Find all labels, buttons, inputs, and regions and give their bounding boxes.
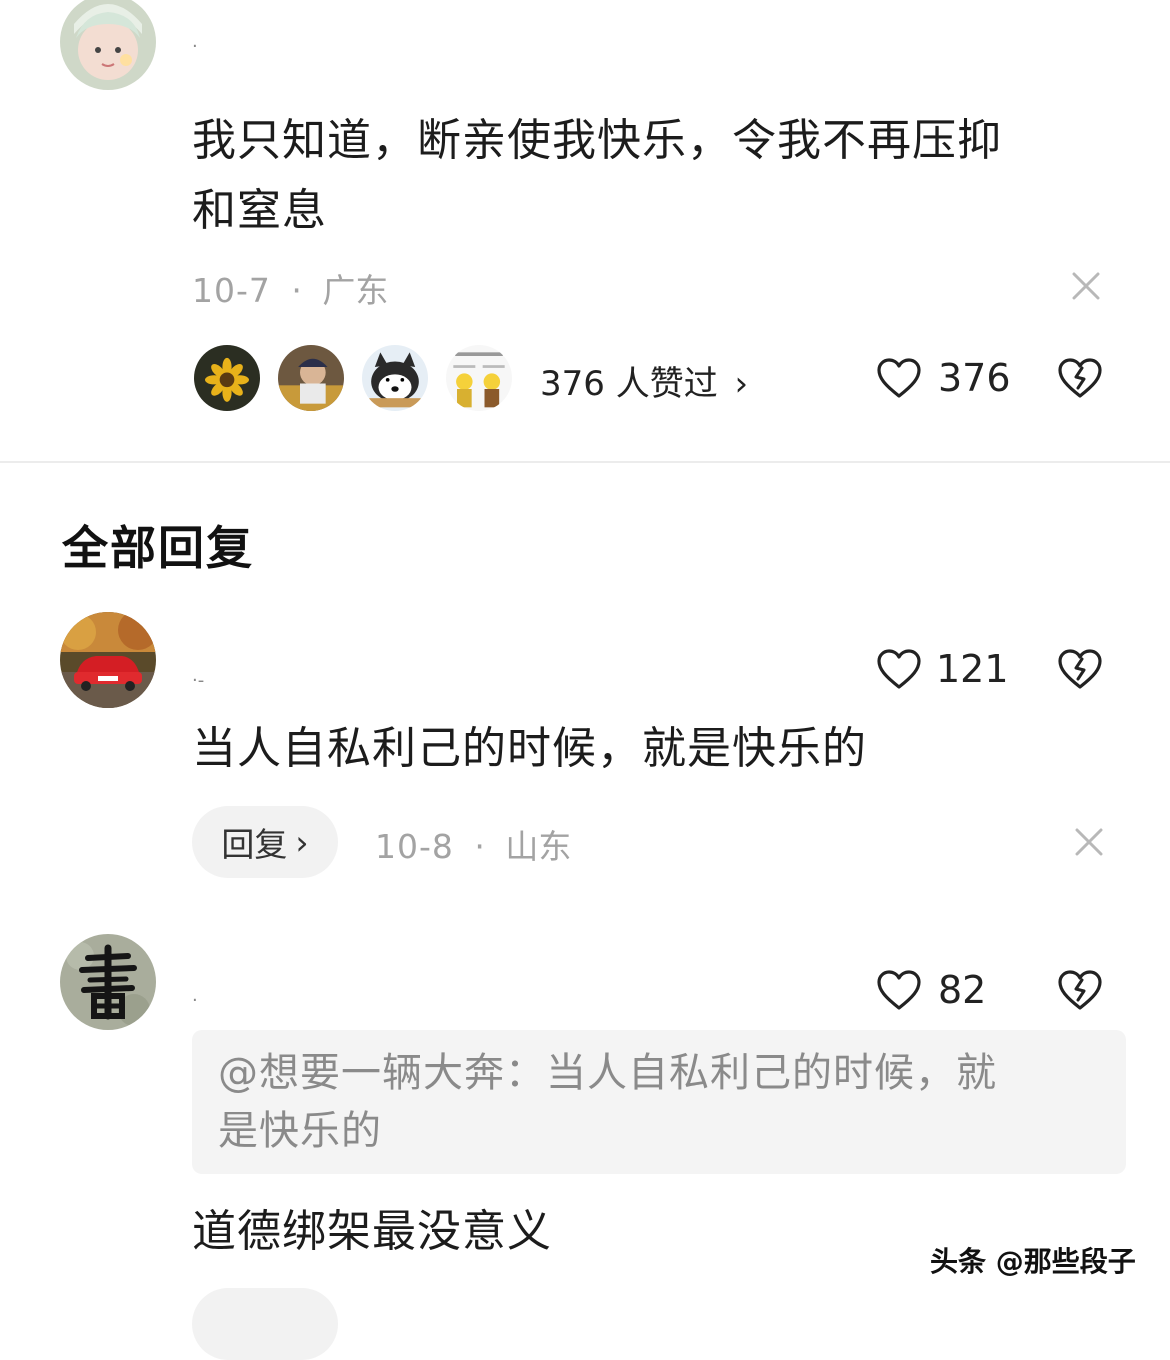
avatar[interactable] [60, 934, 156, 1030]
avatar[interactable] [60, 612, 156, 708]
watermark: 头条 @那些段子 [930, 1245, 1136, 1278]
liker-avatar[interactable] [191, 342, 263, 414]
heart-icon[interactable] [876, 648, 922, 690]
comment-content: 道德绑架最没意义 [192, 1206, 552, 1257]
meta-separator: · [291, 271, 302, 310]
reply-label: 回复 [221, 825, 288, 864]
comment-content-line: 我只知道，断亲使我快乐，令我不再压抑 [192, 115, 1002, 166]
username[interactable]: ·- [192, 670, 204, 691]
chevron-right-icon: › [734, 364, 749, 404]
likers-text: 376 人赞过 [540, 364, 718, 404]
divider [0, 461, 1170, 463]
close-icon[interactable] [1075, 828, 1103, 856]
comment-meta: 10-7 · 广东 [192, 264, 388, 312]
quoted-reply-line: @想要一辆大奔：当人自私利己的时候，就 [218, 1050, 997, 1096]
comment-content: 我只知道，断亲使我快乐，令我不再压抑 和窒息 [192, 106, 1112, 246]
quoted-reply[interactable]: @想要一辆大奔：当人自私利己的时候，就 是快乐的 [192, 1030, 1126, 1174]
comment-location: 山东 [505, 827, 572, 866]
liker-avatar[interactable] [443, 342, 515, 414]
likers-link[interactable]: 376 人赞过 › [540, 356, 748, 405]
close-icon[interactable] [1072, 272, 1100, 300]
like-count: 376 [938, 356, 1011, 400]
liker-avatar[interactable] [359, 342, 431, 414]
username[interactable]: · [192, 36, 198, 57]
liker-avatar[interactable] [275, 342, 347, 414]
username[interactable]: · [192, 990, 198, 1011]
comment-content: 当人自私利己的时候，就是快乐的 [192, 723, 867, 774]
like-count: 121 [936, 647, 1009, 691]
comment-date: 10-8 [375, 827, 454, 866]
broken-heart-icon[interactable] [1057, 357, 1103, 399]
section-title: 全部回复 [62, 521, 254, 575]
broken-heart-icon[interactable] [1057, 969, 1103, 1011]
reply-button[interactable] [192, 1288, 338, 1360]
heart-icon[interactable] [876, 969, 922, 1011]
meta-separator: · [474, 827, 485, 866]
chevron-right-icon: › [295, 822, 309, 862]
reply-button[interactable]: 回复 › [192, 806, 338, 878]
avatar[interactable] [60, 0, 156, 90]
broken-heart-icon[interactable] [1057, 648, 1103, 690]
quoted-reply-line: 是快乐的 [218, 1108, 382, 1154]
comment-content-line: 和窒息 [192, 185, 327, 236]
heart-icon[interactable] [876, 357, 922, 399]
like-count: 82 [938, 968, 987, 1012]
comment-meta: 10-8 · 山东 [375, 820, 571, 868]
comment-date: 10-7 [192, 271, 271, 310]
comment-location: 广东 [322, 271, 389, 310]
